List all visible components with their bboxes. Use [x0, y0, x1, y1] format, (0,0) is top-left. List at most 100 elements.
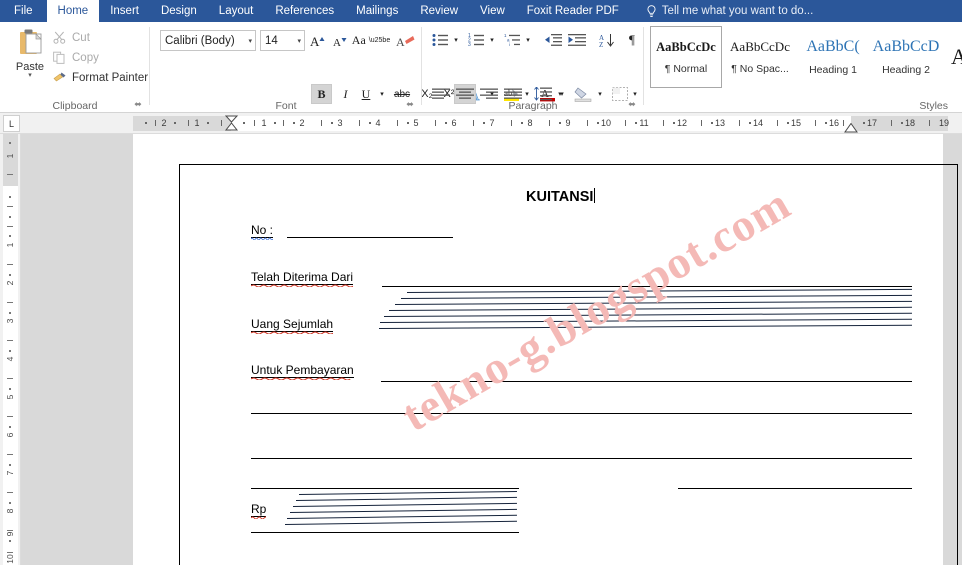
font-name-input[interactable]: Calibri (Body) ▾ [160, 30, 256, 51]
vruler-tick: 7 [5, 470, 15, 476]
tab-foxit-reader-pdf[interactable]: Foxit Reader PDF [516, 0, 630, 22]
page-title-text: KUITANSI [526, 189, 594, 205]
answer-line-no[interactable] [287, 237, 453, 238]
spellcheck-squiggle-icon [251, 377, 351, 380]
answer-lines-uang-sejumlah[interactable] [378, 288, 912, 334]
show-formatting-marks-icon[interactable]: ¶ [622, 30, 642, 50]
vruler-tick: 2 [5, 280, 15, 286]
increase-indent-icon[interactable] [566, 30, 588, 50]
tab-view[interactable]: View [469, 0, 516, 22]
right-indent-marker[interactable] [844, 123, 858, 133]
ruler-tick: 15 [790, 118, 802, 128]
bullets-icon[interactable] [430, 30, 450, 50]
font-size-input[interactable]: 14 ▾ [260, 30, 305, 51]
paste-button[interactable]: Paste ▾ [8, 26, 52, 94]
style-normal[interactable]: AaBbCcDc ¶ Normal [650, 26, 722, 88]
tab-file[interactable]: File [0, 0, 47, 22]
style-more-button[interactable]: A [944, 26, 962, 88]
style-heading-1[interactable]: AaBbC( Heading 1 [797, 26, 869, 88]
chevron-down-icon[interactable]: ▾ [486, 30, 498, 50]
paragraph-dialog-launcher[interactable]: ⬌ [626, 98, 638, 110]
answer-line-telah-diterima-dari[interactable] [382, 286, 912, 287]
paste-icon [15, 28, 45, 60]
decrease-indent-icon[interactable] [542, 30, 564, 50]
horizontal-ruler[interactable]: L 2 1 1 2 3 4 5 6 7 8 9 10 11 12 13 14 1… [0, 113, 962, 134]
spellcheck-squiggle-icon [251, 284, 354, 287]
field-label-rp-text: Rp [251, 502, 267, 516]
vruler-tick: 6 [5, 432, 15, 438]
style-label: Heading 1 [809, 64, 857, 76]
svg-text:A: A [310, 34, 320, 48]
tab-stop-selector[interactable]: L [3, 115, 20, 132]
answer-line-rp-bottom[interactable] [251, 532, 519, 533]
field-label-telah-diterima-dari-text: Telah Diterima Dari [251, 270, 354, 284]
clipboard-dialog-launcher[interactable]: ⬌ [132, 98, 144, 110]
document-canvas[interactable]: KUITANSI No : Telah Diterima Dari Uang S… [21, 134, 962, 565]
paragraph-group-label: Paragraph [508, 100, 558, 112]
tab-layout[interactable]: Layout [208, 0, 265, 22]
ruler-tick: 14 [752, 118, 764, 128]
sort-icon[interactable]: A Z [596, 30, 618, 50]
cut-button[interactable]: Cut [52, 28, 90, 47]
cut-label: Cut [72, 31, 90, 44]
text-cursor [594, 188, 596, 203]
field-label-untuk-pembayaran: Untuk Pembayaran [251, 363, 354, 380]
ruler-tick: 7 [489, 118, 495, 128]
change-case-icon[interactable]: Aa \u25be [352, 30, 390, 51]
vertical-ruler[interactable]: 1 1 2 3 4 5 6 7 8 9 10 [0, 134, 21, 565]
grow-font-icon[interactable]: A [308, 30, 328, 51]
numbering-icon[interactable]: 1 2 3 [466, 30, 486, 50]
answer-line-untuk-pembayaran-1[interactable] [381, 381, 912, 382]
style-heading-2[interactable]: AaBbCcD Heading 2 [870, 26, 942, 88]
answer-line-untuk-pembayaran-2[interactable] [251, 413, 912, 414]
ruler-tick: 10 [600, 118, 612, 128]
answer-line-untuk-pembayaran-3[interactable] [251, 458, 912, 459]
chevron-down-icon[interactable]: ▾ [522, 30, 534, 50]
svg-text:3: 3 [468, 42, 471, 47]
tab-mailings[interactable]: Mailings [345, 0, 409, 22]
tab-references[interactable]: References [264, 0, 345, 22]
clear-formatting-icon[interactable]: A [394, 30, 416, 51]
ruler-tick: 2 [161, 118, 167, 128]
chevron-down-icon[interactable]: ▾ [297, 31, 301, 50]
ruler-tick: 1 [194, 118, 200, 128]
ruler-tick: 1 [261, 118, 267, 128]
answer-line-rp-top[interactable] [251, 488, 519, 489]
first-line-indent-marker[interactable] [224, 115, 239, 132]
style-preview: AaBbC( [806, 38, 860, 55]
field-label-uang-sejumlah: Uang Sejumlah [251, 317, 334, 334]
vruler-tick: 1 [5, 153, 15, 159]
chevron-down-icon[interactable]: ▾ [450, 30, 462, 50]
tell-me-label: Tell me what you want to do... [661, 5, 814, 17]
copy-icon [52, 50, 67, 65]
ruler-tick: 19 [938, 118, 950, 128]
tab-home[interactable]: Home [46, 0, 100, 22]
vruler-tick: 10 [5, 554, 15, 564]
copy-button[interactable]: Copy [52, 48, 99, 67]
ruler-tick: 6 [451, 118, 457, 128]
format-painter-icon [52, 70, 67, 85]
style-no-spacing[interactable]: AaBbCcDc ¶ No Spac... [724, 26, 796, 88]
answer-lines-rp[interactable] [284, 490, 517, 530]
word-window: File Home Insert Design Layout Reference… [0, 0, 962, 565]
tab-review[interactable]: Review [409, 0, 469, 22]
font-dialog-launcher[interactable]: ⬌ [404, 98, 416, 110]
ruler-track[interactable]: 2 1 1 2 3 4 5 6 7 8 9 10 11 12 13 14 15 … [133, 115, 950, 133]
field-label-rp: Rp [251, 502, 267, 519]
vruler-tick: 1 [5, 242, 15, 248]
font-group-label: Font [275, 100, 297, 112]
field-label-telah-diterima-dari: Telah Diterima Dari [251, 270, 354, 287]
style-preview-more: A [951, 44, 962, 70]
paste-dropdown-caret[interactable]: ▾ [8, 72, 52, 79]
font-name-value: Calibri (Body) [165, 34, 235, 47]
shrink-font-icon[interactable]: A [330, 30, 350, 51]
tell-me-box[interactable]: Tell me what you want to do... [630, 0, 814, 22]
signature-line[interactable] [678, 488, 912, 489]
tab-design[interactable]: Design [150, 0, 208, 22]
ruler-tick: 13 [714, 118, 726, 128]
chevron-down-icon[interactable]: ▾ [248, 31, 252, 50]
tab-insert[interactable]: Insert [99, 0, 150, 22]
format-painter-button[interactable]: Format Painter [52, 68, 148, 87]
document-page[interactable]: KUITANSI No : Telah Diterima Dari Uang S… [133, 134, 958, 565]
multilevel-list-icon[interactable]: 1 a i [502, 30, 522, 50]
